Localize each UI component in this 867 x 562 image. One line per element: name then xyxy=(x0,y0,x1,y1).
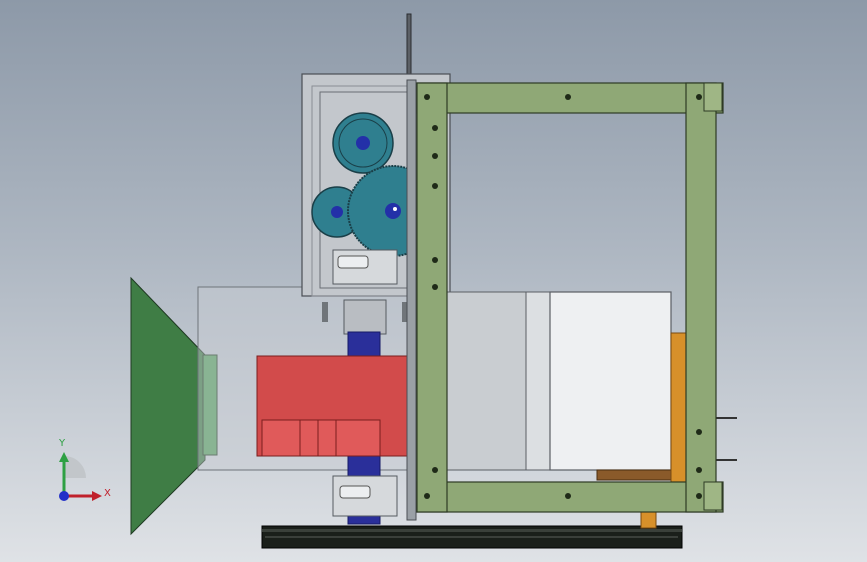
triad-arrows xyxy=(59,452,102,501)
control-cabinet xyxy=(443,291,672,471)
y-axis-label: Y xyxy=(59,438,66,449)
base-rail xyxy=(261,525,683,549)
heat-sink xyxy=(596,469,672,481)
side-plate xyxy=(406,79,417,521)
machine-assembly-model[interactable] xyxy=(0,0,867,562)
lower-bearing-block xyxy=(332,475,398,517)
motor xyxy=(256,355,408,457)
coordinate-triad[interactable]: Y X xyxy=(48,438,118,510)
cad-viewport[interactable]: Y X xyxy=(0,0,867,562)
x-axis-label: X xyxy=(104,488,111,499)
